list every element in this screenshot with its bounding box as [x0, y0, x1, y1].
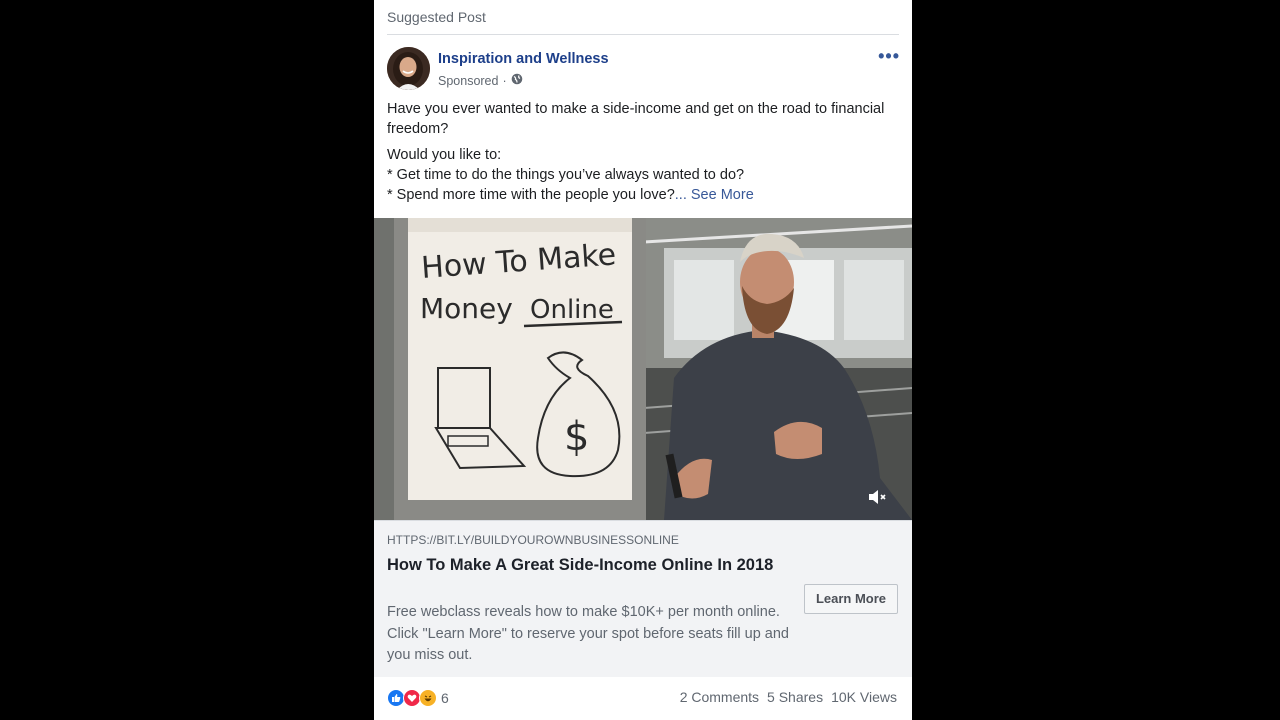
avatar[interactable] [387, 47, 430, 90]
see-more-link[interactable]: See More [691, 187, 754, 203]
feed-post: Suggested Post Inspiration and Wellness … [374, 0, 912, 720]
flipchart-title-line2: Money [420, 292, 513, 325]
post-line-last: * Spend more time with the people you lo… [387, 185, 887, 205]
link-description: Free webclass reveals how to make $10K+ … [387, 604, 789, 663]
money-bag-dollar: $ [564, 414, 589, 460]
views-count: 10K Views [831, 689, 897, 705]
shares-count-link[interactable]: 5 Shares [767, 689, 823, 705]
link-url[interactable]: HTTPS://BIT.LY/BUILDYOUROWNBUSINESSONLIN… [387, 533, 679, 547]
link-preview[interactable]: HTTPS://BIT.LY/BUILDYOUROWNBUSINESSONLIN… [374, 520, 912, 677]
post-line: * Get time to do the things you’ve alway… [387, 167, 745, 183]
more-options-icon[interactable]: ••• [878, 46, 900, 67]
post-stats: 2 Comments 5 Shares 10K Views [680, 689, 897, 705]
post-line: Would you like to: [387, 147, 502, 163]
meta-separator: · [502, 73, 507, 88]
link-headline[interactable]: How To Make A Great Side-Income Online I… [387, 555, 777, 576]
globe-icon [511, 73, 523, 88]
haha-reaction-icon [419, 689, 437, 707]
post-line-text: * Spend more time with the people you lo… [387, 187, 675, 203]
learn-more-button[interactable]: Learn More [804, 584, 898, 614]
avatar-image [387, 47, 430, 90]
ellipsis: ... [674, 187, 687, 203]
comments-count-link[interactable]: 2 Comments [680, 689, 759, 705]
sponsored-label[interactable]: Sponsored [438, 74, 498, 88]
post-text: Have you ever wanted to make a side-inco… [387, 99, 887, 205]
page-name-link[interactable]: Inspiration and Wellness [438, 51, 609, 67]
flipchart-title-line2b: Online [530, 295, 614, 325]
post-paragraph: Have you ever wanted to make a side-inco… [387, 101, 885, 137]
suggested-post-label: Suggested Post [387, 9, 486, 25]
video-player[interactable]: How To Make Money Online $ [374, 218, 912, 520]
mute-icon[interactable] [866, 486, 888, 508]
reaction-count: 6 [441, 690, 449, 706]
post-meta: Sponsored · [438, 73, 523, 88]
reaction-summary[interactable]: 6 [387, 689, 449, 707]
video-frame: How To Make Money Online $ [374, 218, 912, 520]
header-divider [387, 34, 899, 35]
post-footer: 6 2 Comments 5 Shares 10K Views [374, 677, 912, 720]
